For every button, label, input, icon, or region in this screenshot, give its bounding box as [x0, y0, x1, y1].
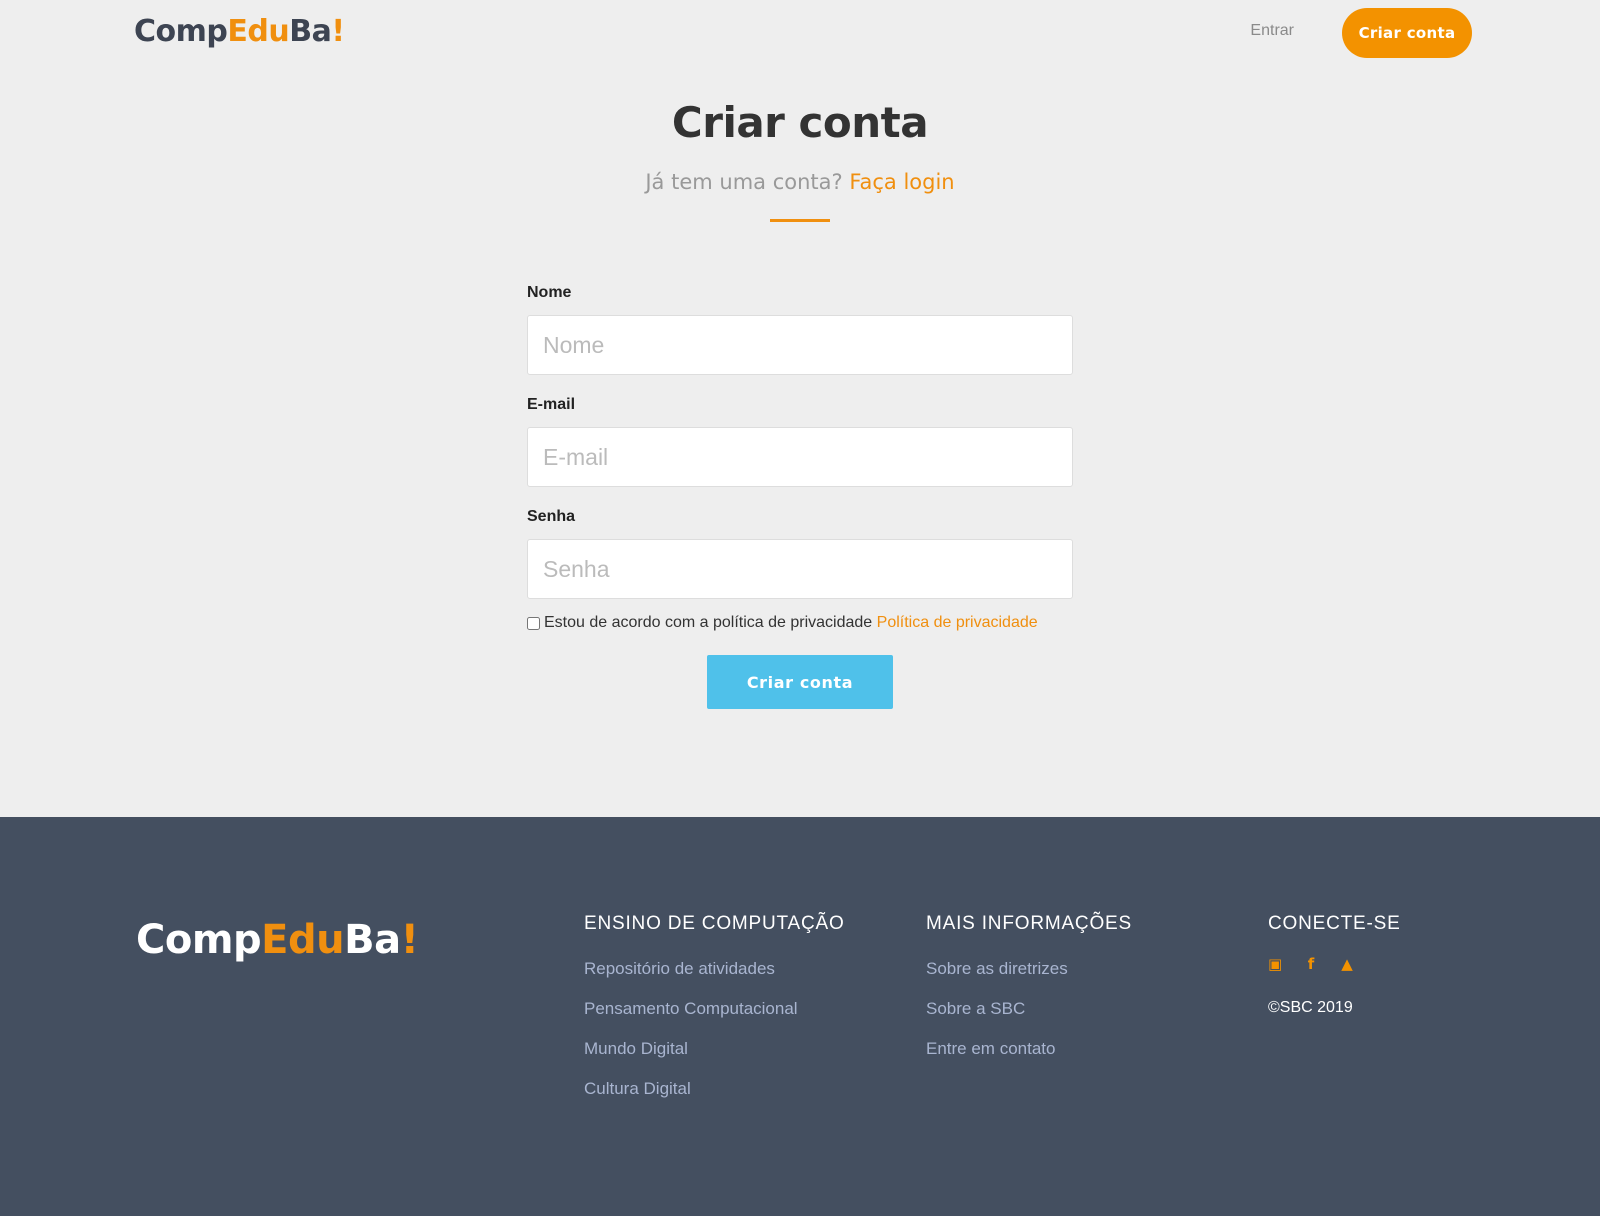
- subtitle-text: Já tem uma conta?: [645, 170, 843, 194]
- page-title: Criar conta: [671, 98, 929, 147]
- facebook-icon[interactable]: f: [1304, 955, 1318, 991]
- footer-column-info: MAIS INFORMAÇÕES Sobre as diretrizes Sob…: [926, 913, 1132, 1079]
- privacy-policy-link[interactable]: Política de privacidade: [877, 614, 1038, 631]
- signup-nav-button[interactable]: Criar conta: [1342, 8, 1472, 58]
- create-account-button[interactable]: Criar conta: [707, 655, 893, 709]
- login-link[interactable]: Entrar: [1250, 22, 1294, 40]
- signup-form: Nome E-mail Senha Estou de acordo com a …: [527, 284, 1073, 636]
- privacy-consent: Estou de acordo com a política de privac…: [527, 614, 1073, 636]
- footer-heading: ENSINO DE COMPUTAÇÃO: [584, 913, 845, 934]
- footer-column-connect: CONECTE-SE ▣ f ▲ ©SBC 2019: [1268, 913, 1401, 1017]
- social-links: ▣ f ▲: [1268, 955, 1401, 991]
- footer-link[interactable]: Repositório de atividades: [584, 959, 845, 999]
- email-label: E-mail: [527, 396, 576, 413]
- login-link-inline[interactable]: Faça login: [849, 170, 954, 194]
- footer-column-ensino: ENSINO DE COMPUTAÇÃO Repositório de ativ…: [584, 913, 845, 1119]
- twitter-icon[interactable]: ▲: [1340, 955, 1354, 991]
- email-field[interactable]: [527, 427, 1073, 487]
- name-field[interactable]: [527, 315, 1073, 375]
- footer: CompEduBa! ENSINO DE COMPUTAÇÃO Repositó…: [0, 817, 1600, 1216]
- footer-link[interactable]: Entre em contato: [926, 1039, 1132, 1079]
- title-divider: [770, 219, 830, 222]
- password-label: Senha: [527, 508, 576, 525]
- copyright: ©SBC 2019: [1268, 999, 1353, 1016]
- footer-logo[interactable]: CompEduBa!: [136, 917, 419, 963]
- footer-link[interactable]: Pensamento Computacional: [584, 999, 845, 1039]
- footer-link[interactable]: Sobre as diretrizes: [926, 959, 1132, 999]
- logo[interactable]: CompEduBa!: [134, 14, 345, 49]
- privacy-checkbox[interactable]: [527, 617, 540, 630]
- footer-link[interactable]: Cultura Digital: [584, 1079, 845, 1119]
- privacy-text-wrap: Estou de acordo com a política de privac…: [544, 614, 1038, 632]
- password-field[interactable]: [527, 539, 1073, 599]
- footer-heading: MAIS INFORMAÇÕES: [926, 913, 1132, 934]
- name-label: Nome: [527, 284, 572, 301]
- footer-heading: CONECTE-SE: [1268, 913, 1401, 934]
- privacy-text: Estou de acordo com a política de privac…: [544, 614, 873, 631]
- subtitle: Já tem uma conta? Faça login: [0, 170, 1600, 194]
- youtube-icon[interactable]: ▣: [1268, 955, 1282, 991]
- header: CompEduBa! Entrar Criar conta: [0, 0, 1600, 66]
- footer-link[interactable]: Sobre a SBC: [926, 999, 1132, 1039]
- footer-link[interactable]: Mundo Digital: [584, 1039, 845, 1079]
